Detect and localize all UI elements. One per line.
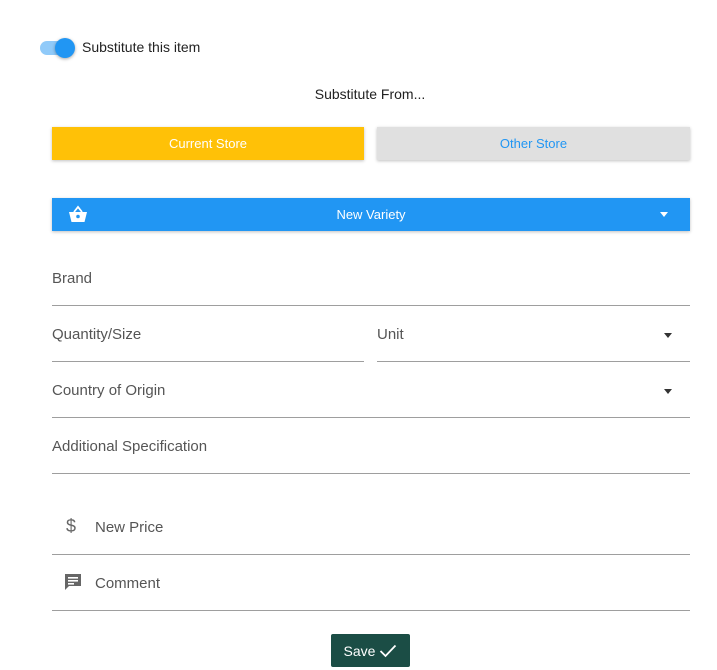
chevron-down-icon bbox=[660, 212, 668, 217]
quantity-size-field[interactable]: Quantity/Size bbox=[52, 309, 364, 362]
additional-specification-field[interactable]: Additional Specification bbox=[52, 421, 690, 474]
new-variety-dropdown[interactable]: New Variety bbox=[52, 198, 690, 231]
comment-field[interactable]: Comment bbox=[52, 558, 690, 611]
brand-label: Brand bbox=[52, 270, 93, 287]
comment-icon bbox=[65, 574, 81, 590]
substitute-from-label: Substitute From... bbox=[314, 86, 426, 102]
save-button[interactable]: Save bbox=[331, 634, 410, 667]
new-price-field[interactable]: $ New Price bbox=[52, 502, 690, 555]
country-underline bbox=[52, 417, 690, 418]
checkmark-icon bbox=[380, 644, 397, 657]
brand-field[interactable]: Brand bbox=[52, 253, 690, 306]
additional-underline bbox=[52, 473, 690, 474]
unit-select[interactable]: Unit bbox=[377, 309, 690, 362]
dollar-icon: $ bbox=[66, 516, 77, 536]
new-price-label: New Price bbox=[95, 519, 164, 536]
country-label: Country of Origin bbox=[52, 382, 166, 399]
unit-label: Unit bbox=[377, 326, 404, 343]
toggle-thumb[interactable] bbox=[55, 38, 75, 58]
comment-label: Comment bbox=[95, 575, 161, 592]
unit-underline bbox=[377, 361, 690, 362]
save-label: Save bbox=[343, 642, 376, 659]
chevron-down-icon bbox=[664, 333, 672, 338]
brand-underline bbox=[52, 305, 690, 306]
price-underline bbox=[52, 554, 690, 555]
chevron-down-icon bbox=[664, 389, 672, 394]
comment-underline bbox=[52, 610, 690, 611]
additional-specification-label: Additional Specification bbox=[52, 438, 208, 455]
new-variety-label: New Variety bbox=[336, 207, 406, 222]
country-of-origin-select[interactable]: Country of Origin bbox=[52, 365, 690, 418]
quantity-size-label: Quantity/Size bbox=[52, 326, 142, 343]
quantity-underline bbox=[52, 361, 364, 362]
current-store-button[interactable]: Current Store bbox=[52, 127, 364, 160]
toggle-label: Substitute this item bbox=[82, 39, 201, 55]
other-store-button[interactable]: Other Store bbox=[377, 127, 690, 160]
